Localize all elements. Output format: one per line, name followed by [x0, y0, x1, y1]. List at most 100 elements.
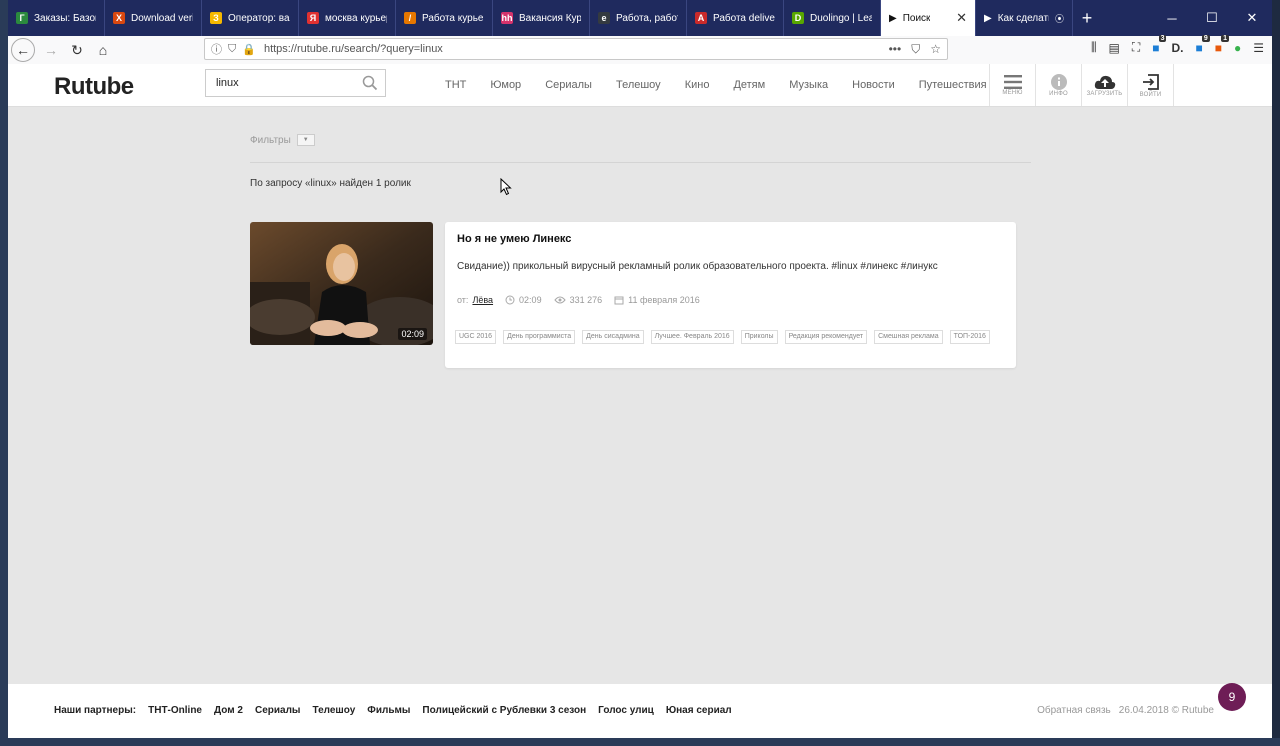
tab-5[interactable]: hh Вакансия Курь: [493, 0, 590, 36]
url-bar[interactable]: ⓘ ⛉ 🔒 https://rutube.ru/search/?query=li…: [204, 38, 948, 60]
nav-item-5[interactable]: Детям: [733, 79, 765, 91]
library-icon[interactable]: ⫼: [1091, 40, 1097, 55]
partner-link[interactable]: ТНТ-Online: [148, 705, 202, 716]
nav-item-4[interactable]: Кино: [685, 79, 710, 91]
tag[interactable]: День программиста: [503, 330, 576, 344]
menu-label: МЕНЮ: [1002, 89, 1023, 96]
nav-item-1[interactable]: Юмор: [490, 79, 521, 91]
desktop-edge: [0, 0, 8, 746]
login-button[interactable]: ВОЙТИ: [1127, 64, 1174, 106]
video-card: Но я не умею Линекс Свидание)) прикольны…: [445, 222, 1016, 368]
feedback-link[interactable]: Обратная связь: [1037, 705, 1111, 716]
chat-badge-button[interactable]: 9: [1218, 683, 1246, 711]
info-button[interactable]: ИНФО: [1035, 64, 1081, 106]
author-prefix: от:: [457, 295, 469, 305]
maximize-icon[interactable]: ☐: [1192, 0, 1232, 36]
tab-6[interactable]: e Работа, работа: [590, 0, 687, 36]
screenshot-icon[interactable]: ⛶: [1132, 40, 1140, 55]
video-description: Свидание)) прикольный вирусный рекламный…: [457, 261, 938, 272]
extension-icon[interactable]: ■ 3: [1152, 34, 1167, 55]
video-title[interactable]: Но я не умею Линекс: [457, 233, 571, 245]
tab-strip: Г Заказы: Базовы X Download verif З Оператор:…: [8, 0, 1272, 36]
tab-4[interactable]: / Работа курьер: [396, 0, 493, 36]
green-extension-icon[interactable]: ●: [1234, 41, 1241, 55]
footer: Наши партнеры: ТНТ-Online Дом 2 Сериалы Тел…: [8, 684, 1272, 738]
forward-button[interactable]: →: [38, 37, 64, 63]
header-buttons: МЕНЮ ИНФО ЗАГРУЗИТЬ ВОЙТИ: [989, 64, 1174, 106]
lock-icon[interactable]: 🔒: [242, 43, 256, 56]
partners-list: Наши партнеры: ТНТ-Online Дом 2 Сериалы Тел…: [54, 705, 732, 716]
partner-link[interactable]: Полицейский с Рублевки 3 сезон: [422, 705, 586, 716]
tag[interactable]: Приколы: [740, 330, 778, 344]
search-icon[interactable]: [361, 74, 379, 92]
bookmark-star-icon[interactable]: ☆: [930, 42, 941, 57]
url-text[interactable]: https://rutube.ru/search/?query=linux: [264, 43, 443, 55]
tag[interactable]: Редакция рекомендует: [784, 330, 868, 344]
tag[interactable]: UGC 2016: [455, 330, 497, 344]
tag[interactable]: День сисадмина: [582, 330, 644, 344]
new-tab-button[interactable]: +: [1073, 0, 1101, 36]
filters-toggle[interactable]: Фильтры ▼: [250, 134, 315, 146]
copyright: 26.04.2018 © Rutube: [1118, 705, 1214, 716]
tab-active[interactable]: ▶ Поиск ✕: [881, 0, 976, 36]
divider: [250, 162, 1031, 163]
tab-3[interactable]: Ямосква курьер: [299, 0, 396, 36]
tag[interactable]: ТОП-2016: [949, 330, 990, 344]
tab-8[interactable]: D Duolingo | Lear: [784, 0, 881, 36]
nav-item-0[interactable]: ТНТ: [445, 79, 466, 91]
partner-link[interactable]: Фильмы: [367, 705, 410, 716]
partner-link[interactable]: Голос улиц: [598, 705, 654, 716]
mouse-cursor-icon: [500, 178, 512, 196]
menu-icon[interactable]: ☰: [1253, 41, 1264, 55]
upload-button[interactable]: ЗАГРУЗИТЬ: [1081, 64, 1127, 106]
tab-0[interactable]: Г Заказы: Базовы: [8, 0, 105, 36]
nav-item-8[interactable]: Путешествия: [919, 79, 987, 91]
search-box: [205, 69, 386, 97]
more-icon[interactable]: •••: [889, 42, 902, 57]
search-input[interactable]: [214, 76, 358, 90]
close-window-icon[interactable]: ✕: [1232, 0, 1272, 36]
home-button[interactable]: ⌂: [90, 37, 116, 63]
upload-label: ЗАГРУЗИТЬ: [1086, 90, 1123, 97]
rutube-logo[interactable]: Rutube: [54, 73, 134, 101]
tag[interactable]: Смешная реклама: [874, 330, 943, 344]
info-icon[interactable]: ⓘ: [211, 41, 222, 57]
nav-item-2[interactable]: Сериалы: [545, 79, 592, 91]
d-extension-icon[interactable]: D.: [1171, 41, 1183, 55]
video-duration: 02:09: [398, 328, 427, 340]
tag[interactable]: Лучшее. Февраль 2016: [650, 330, 734, 344]
filters-label: Фильтры: [250, 134, 291, 146]
tab-2[interactable]: З Оператор: вак: [202, 0, 299, 36]
partner-link[interactable]: Сериалы: [255, 705, 301, 716]
nav-item-7[interactable]: Новости: [852, 79, 895, 91]
tab-last[interactable]: ▶ Как сделать ⦿: [976, 0, 1073, 36]
clock-icon: [505, 295, 515, 305]
pocket-icon[interactable]: ⛉: [911, 42, 920, 57]
tab-title: Download verif: [131, 12, 193, 24]
partner-link[interactable]: Юная сериал: [666, 705, 732, 716]
author-link[interactable]: Лёва: [472, 295, 493, 305]
nav-item-3[interactable]: Телешоу: [616, 79, 661, 91]
back-button[interactable]: ←: [11, 38, 35, 62]
eye-icon: [553, 296, 566, 304]
tab-7[interactable]: A Работа delivery: [687, 0, 784, 36]
partner-link[interactable]: Телешоу: [312, 705, 355, 716]
shield-icon[interactable]: ⛉: [228, 43, 236, 56]
nav-item-6[interactable]: Музыка: [789, 79, 828, 91]
minimize-icon[interactable]: ─: [1152, 0, 1192, 36]
video-thumbnail[interactable]: 02:09: [250, 222, 433, 345]
tab-1[interactable]: X Download verif: [105, 0, 202, 36]
extension-icon[interactable]: ■ 1: [1215, 34, 1229, 55]
tab-favicon-icon: З: [210, 12, 222, 24]
close-tab-icon[interactable]: ✕: [956, 10, 967, 26]
extension-icon[interactable]: ■ 9: [1195, 34, 1210, 55]
video-views: 331 276: [569, 295, 603, 305]
reload-button[interactable]: ↻: [64, 37, 90, 63]
tab-title: москва курьер: [325, 12, 387, 24]
reader-icon[interactable]: ▤: [1108, 41, 1119, 55]
partner-link[interactable]: Дом 2: [214, 705, 243, 716]
menu-button[interactable]: МЕНЮ: [989, 64, 1035, 106]
thumbnail-image: [250, 222, 433, 345]
tab-title: Заказы: Базовы: [34, 12, 96, 24]
chevron-down-icon: ▼: [296, 134, 315, 146]
